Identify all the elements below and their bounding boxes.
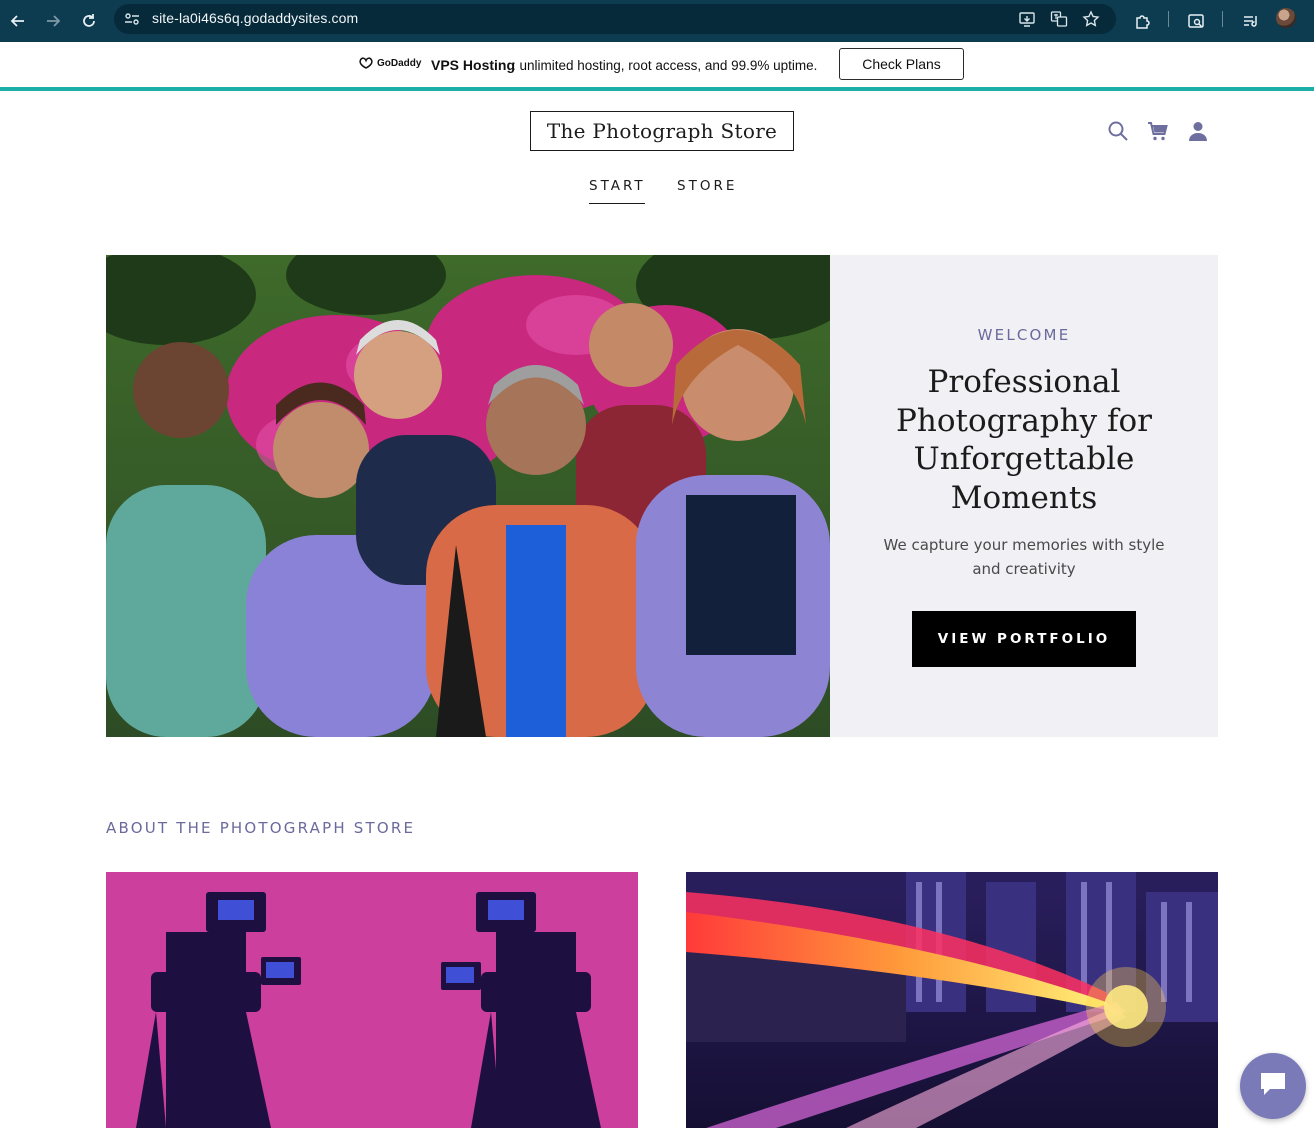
bookmark-star-icon[interactable] [1082, 10, 1100, 28]
promo-banner: GoDaddy VPS Hosting : unlimited hosting,… [0, 42, 1314, 87]
site-info-icon[interactable] [124, 11, 140, 27]
promo-divider [0, 87, 1314, 91]
forward-icon[interactable] [41, 9, 65, 33]
nav-active-indicator [589, 203, 645, 204]
promo-product: VPS Hosting [431, 57, 516, 73]
toolbar-divider [1168, 11, 1169, 27]
godaddy-logo: GoDaddy [358, 56, 421, 70]
check-plans-button[interactable]: Check Plans [839, 48, 964, 80]
tab-search-icon[interactable] [1184, 9, 1208, 33]
site-logo[interactable]: The Photograph Store [530, 111, 794, 151]
hero-title: Professional Photography for Unforgettab… [896, 364, 1152, 516]
reading-list-icon[interactable] [1239, 9, 1263, 33]
translate-icon[interactable] [1050, 10, 1068, 28]
address-bar[interactable]: site-la0i46s6q.godaddysites.com [114, 4, 1116, 34]
profile-avatar[interactable] [1276, 8, 1296, 28]
browser-toolbar: site-la0i46s6q.godaddysites.com [0, 0, 1314, 42]
hero-subtitle: We capture your memories with style and … [883, 536, 1165, 578]
account-icon[interactable] [1187, 120, 1209, 146]
about-heading: ABOUT THE PHOTOGRAPH STORE [106, 819, 416, 837]
back-icon[interactable] [6, 9, 30, 33]
about-image-city-lights [686, 872, 1218, 1128]
chat-bubble-icon [1258, 1070, 1288, 1102]
nav-store[interactable]: STORE [677, 178, 737, 194]
install-app-icon[interactable] [1018, 10, 1036, 28]
view-portfolio-button[interactable]: VIEW PORTFOLIO [912, 611, 1136, 667]
promo-description: : unlimited hosting, root access, and 99… [512, 58, 818, 73]
hero-eyebrow: WELCOME [977, 326, 1071, 344]
url-text[interactable]: site-la0i46s6q.godaddysites.com [152, 10, 358, 26]
about-image-cameras [106, 872, 638, 1128]
nav-start[interactable]: START [589, 178, 646, 194]
cart-icon[interactable] [1147, 120, 1169, 146]
extensions-icon[interactable] [1131, 9, 1155, 33]
hero-image [106, 255, 830, 737]
chat-button[interactable] [1240, 1053, 1306, 1119]
hero-panel: WELCOME Professional Photography for Unf… [830, 255, 1218, 737]
toolbar-divider [1222, 11, 1223, 27]
search-icon[interactable] [1107, 120, 1129, 146]
reload-icon[interactable] [77, 9, 101, 33]
godaddy-wordmark: GoDaddy [377, 57, 422, 69]
